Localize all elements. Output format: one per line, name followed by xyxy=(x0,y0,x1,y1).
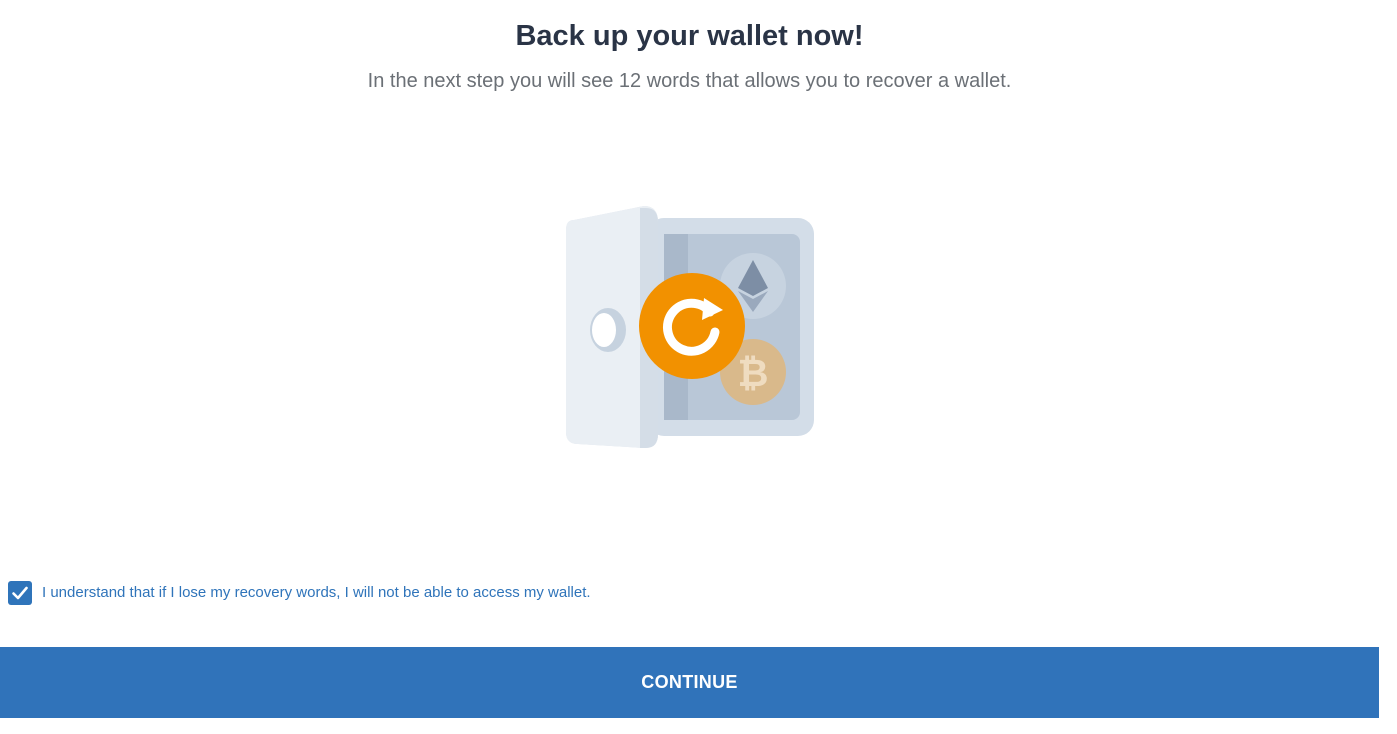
continue-button[interactable]: CONTINUE xyxy=(0,647,1379,718)
acknowledgement-row[interactable]: I understand that if I lose my recovery … xyxy=(8,580,591,606)
page-subtitle: In the next step you will see 12 words t… xyxy=(367,70,1012,92)
checkmark-icon xyxy=(12,586,28,600)
acknowledge-checkbox[interactable] xyxy=(8,581,32,605)
safe-illustration: ₿ xyxy=(560,200,820,456)
acknowledgement-label[interactable]: I understand that if I lose my recovery … xyxy=(42,581,591,605)
page-title: Back up your wallet now! xyxy=(515,20,864,52)
svg-text:₿: ₿ xyxy=(738,353,769,395)
refresh-icon xyxy=(639,273,745,379)
